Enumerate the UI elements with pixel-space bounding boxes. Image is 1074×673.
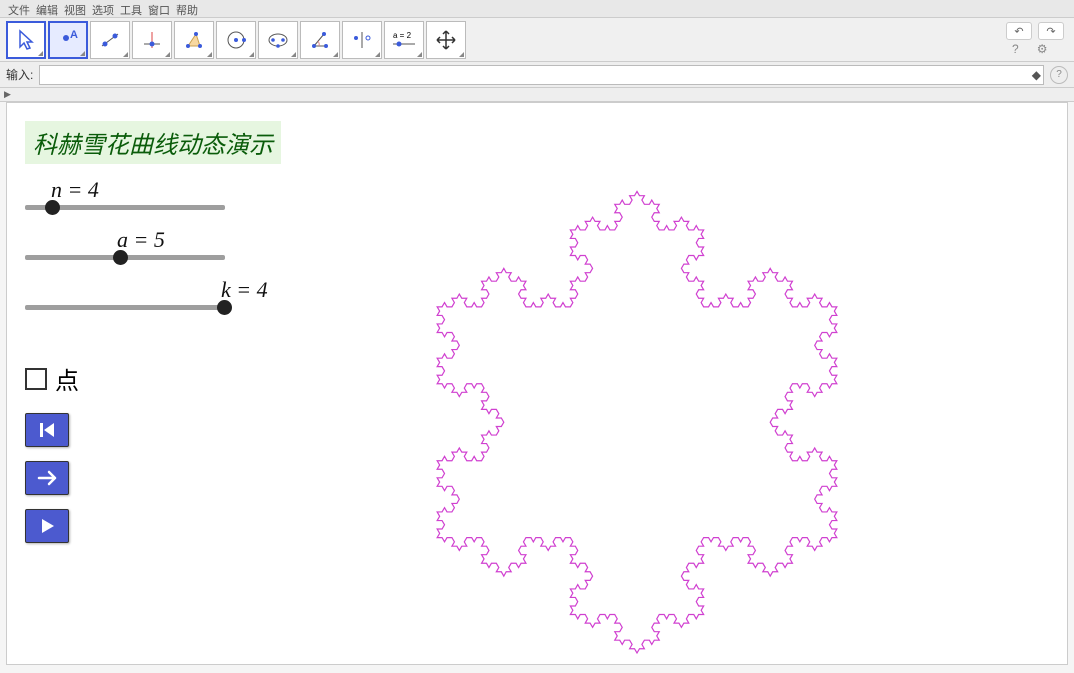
menu-window[interactable]: 窗口 <box>148 2 170 15</box>
checkbox-points: 点 <box>25 361 79 396</box>
canvas-area[interactable]: 科赫雪花曲线动态演示 n = 4 a = 5 k = 4 点 <box>6 102 1068 665</box>
slider-a-thumb[interactable] <box>113 250 128 265</box>
tool-slider[interactable]: a = 2 <box>384 21 424 59</box>
menubar: 文件 编辑 视图 选项 工具 窗口 帮助 <box>0 0 1074 18</box>
input-row: 输入: ◆ ? <box>0 62 1074 88</box>
next-button[interactable] <box>25 461 69 495</box>
menu-options[interactable]: 选项 <box>92 2 114 15</box>
reset-button[interactable] <box>25 413 69 447</box>
input-label: 输入: <box>6 66 33 83</box>
toolbar-right: ↶ ↷ ? ⚙ <box>1006 22 1064 56</box>
toolbar: A a = 2 ↶ ↷ ? ⚙ <box>0 18 1074 62</box>
slider-a: a = 5 <box>25 227 285 260</box>
tool-ellipse[interactable] <box>258 21 298 59</box>
tool-angle[interactable] <box>300 21 340 59</box>
menu-file[interactable]: 文件 <box>8 2 30 15</box>
menu-help[interactable]: 帮助 <box>176 2 198 15</box>
tool-line[interactable] <box>90 21 130 59</box>
tool-circle[interactable] <box>216 21 256 59</box>
input-help-button[interactable]: ? <box>1050 66 1068 84</box>
slider-k-label: k = 4 <box>221 277 285 303</box>
undo-button[interactable]: ↶ <box>1006 22 1032 40</box>
slider-k-track[interactable] <box>25 305 225 310</box>
slider-a-track[interactable] <box>25 255 225 260</box>
tool-point[interactable]: A <box>48 21 88 59</box>
tool-cursor[interactable] <box>6 21 46 59</box>
collapse-triangle-icon[interactable]: ▶ <box>4 89 11 100</box>
svg-text:a = 2: a = 2 <box>393 31 412 40</box>
menu-view[interactable]: 视图 <box>64 2 86 15</box>
page-title: 科赫雪花曲线动态演示 <box>25 121 281 164</box>
slider-n: n = 4 <box>25 177 285 210</box>
menu-tools[interactable]: 工具 <box>120 2 142 15</box>
view-collapse-bar: ▶ <box>0 88 1074 102</box>
tool-perpendicular[interactable] <box>132 21 172 59</box>
slider-k: k = 4 <box>25 277 285 310</box>
help-icon[interactable]: ? <box>1012 42 1019 56</box>
tool-reflect[interactable] <box>342 21 382 59</box>
svg-text:A: A <box>70 29 78 41</box>
input-field[interactable]: ◆ <box>39 65 1044 85</box>
slider-n-thumb[interactable] <box>45 200 60 215</box>
redo-button[interactable]: ↷ <box>1038 22 1064 40</box>
menu-edit[interactable]: 编辑 <box>36 2 58 15</box>
input-dropdown-icon[interactable]: ◆ <box>1032 68 1041 82</box>
slider-a-label: a = 5 <box>117 227 285 253</box>
slider-k-thumb[interactable] <box>217 300 232 315</box>
tool-polygon[interactable] <box>174 21 214 59</box>
play-button[interactable] <box>25 509 69 543</box>
koch-snowflake-display <box>387 153 887 673</box>
tool-move[interactable] <box>426 21 466 59</box>
slider-n-track[interactable] <box>25 205 225 210</box>
settings-icon[interactable]: ⚙ <box>1037 42 1048 56</box>
checkbox-points-label: 点 <box>55 361 79 396</box>
checkbox-points-box[interactable] <box>25 368 47 390</box>
slider-n-label: n = 4 <box>51 177 285 203</box>
